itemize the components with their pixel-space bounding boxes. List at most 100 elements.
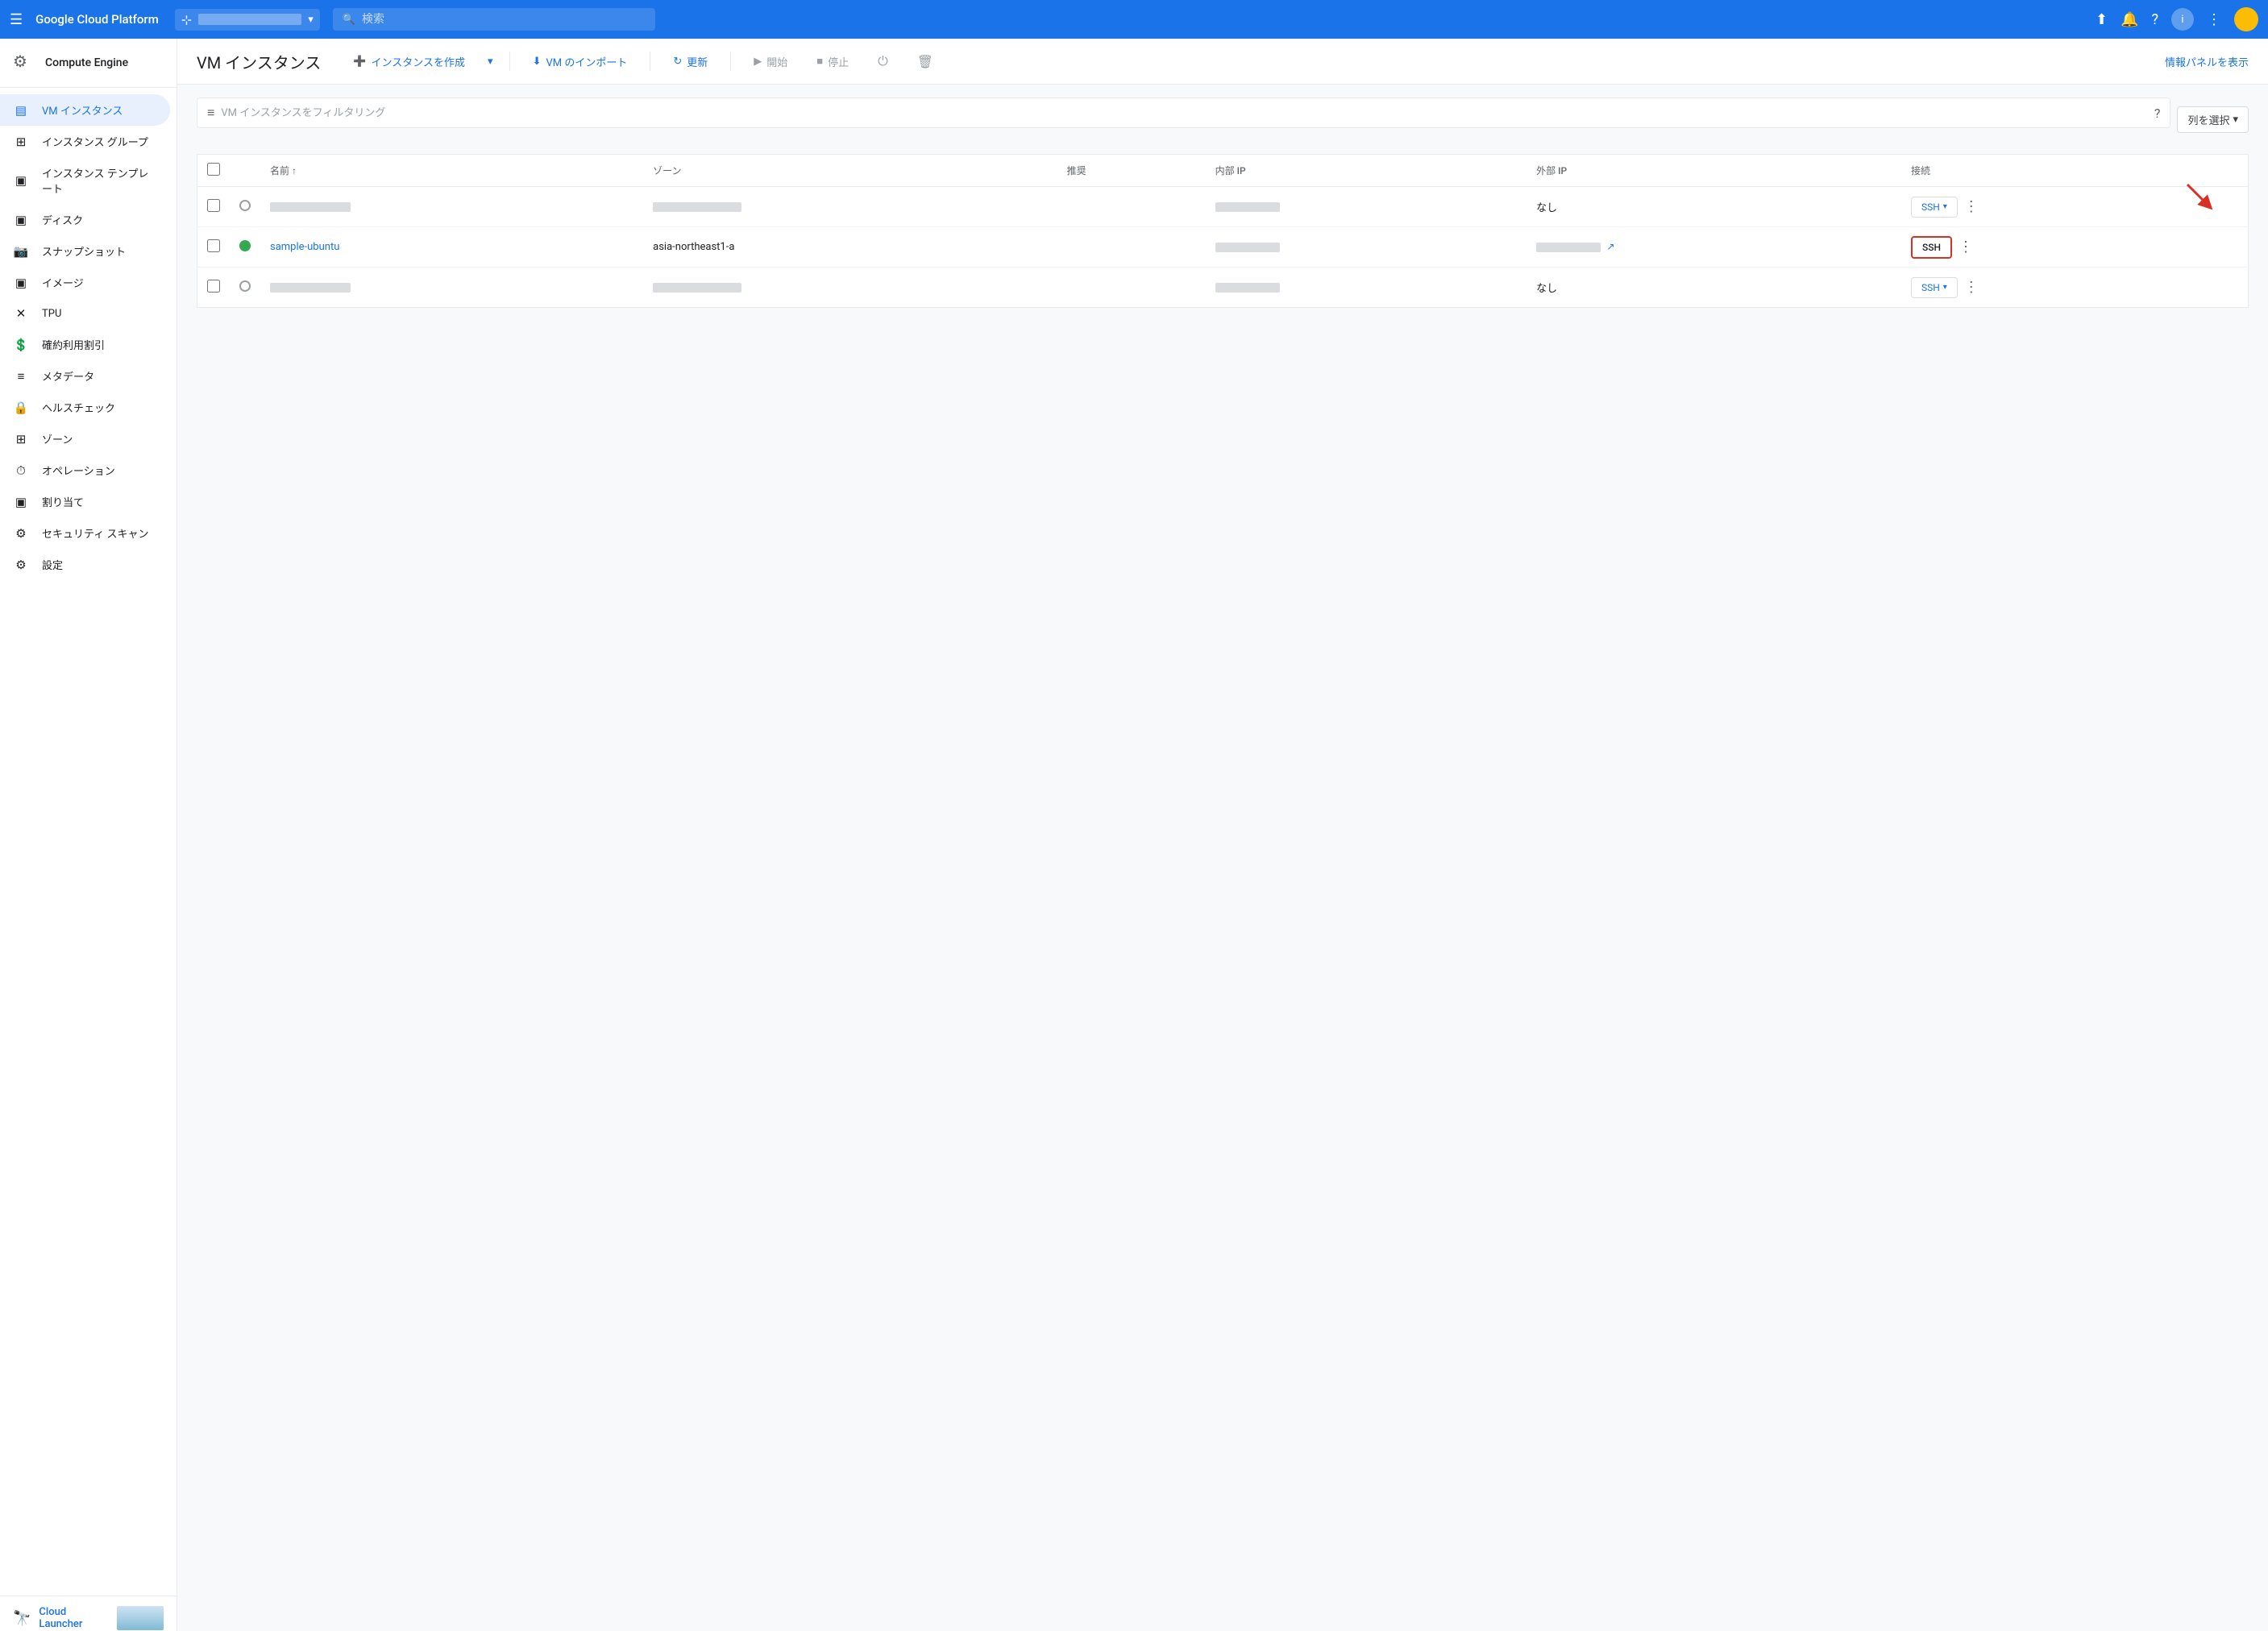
sidebar-item-security-scan[interactable]: ⚙ セキュリティ スキャン [0,517,170,549]
row3-ssh-label: SSH [1921,282,1940,293]
columns-chevron-icon: ▾ [2233,114,2238,126]
sidebar-item-health-checks[interactable]: 🔒 ヘルスチェック [0,392,170,423]
sidebar-item-quota-label: 割り当て [42,494,84,509]
row1-ssh-label: SSH [1921,201,1940,213]
filter-help-icon[interactable]: ? [2154,106,2161,121]
row3-checkbox[interactable] [207,280,220,293]
reset-button[interactable]: ⏻ [868,48,898,74]
compute-engine-icon: ⚙ [13,52,35,74]
sidebar-item-instance-templates[interactable]: ▣ インスタンス テンプレート [0,157,170,204]
row3-external-ip-text: なし [1536,283,1557,295]
row3-more-button[interactable]: ⋮ [1961,276,1982,299]
stop-button[interactable]: ■ 停止 [807,49,858,74]
row1-ssh-button[interactable]: SSH ▾ [1911,197,1958,218]
sidebar-item-tpu[interactable]: ✕ TPU [0,298,170,329]
filter-icon: ≡ [207,105,214,121]
row1-zone-blurred [653,202,741,212]
vm-instances-icon: ▤ [13,103,29,118]
sidebar-item-tpu-label: TPU [42,308,61,320]
row2-external-link-icon[interactable]: ↗ [1606,241,1614,252]
sidebar-item-disks-label: ディスク [42,212,83,227]
filter-input[interactable] [221,107,2148,119]
import-vm-button[interactable]: ⬇ VM のインポート [523,49,638,74]
sidebar-header: ⚙ Compute Engine [0,39,177,88]
instance-templates-icon: ▣ [13,173,29,188]
refresh-button[interactable]: ↻ 更新 [663,49,717,74]
sidebar-item-instance-groups[interactable]: ⊞ インスタンス グループ [0,126,170,157]
account-number-icon[interactable]: i [2171,8,2194,31]
user-avatar[interactable] [2234,7,2258,31]
row3-ssh-chevron-icon: ▾ [1943,283,1947,292]
sidebar-item-committed-use[interactable]: 💲 確約利用割引 [0,329,170,360]
columns-select-button[interactable]: 列を選択 ▾ [2177,106,2249,133]
sidebar-item-images[interactable]: ▣ イメージ [0,267,170,298]
row1-name-cell [260,187,643,227]
row2-connection-group: SSH ⋮ [1911,235,2238,259]
help-icon[interactable]: ? [2151,11,2158,28]
sidebar-item-settings[interactable]: ⚙ 設定 [0,549,170,580]
zone-col-label: ゾーン [653,165,681,176]
sidebar-item-quota[interactable]: ▣ 割り当て [0,486,170,517]
search-box[interactable]: 🔍 [333,8,655,31]
project-selector[interactable]: ⊹ ▾ [175,9,320,31]
stop-label: 停止 [828,54,849,69]
vm-table: 名前 ↑ ゾーン 推奨 内部 IP [197,154,2249,308]
start-label: 開始 [766,54,787,69]
row3-zone-cell [643,268,1057,308]
row1-checkbox-cell [197,187,231,227]
cloud-shell-icon[interactable]: ⬆ [2096,11,2108,28]
delete-button[interactable]: 🗑 [908,49,943,74]
row2-checkbox[interactable] [207,239,220,252]
row3-connection-cell: SSH ▾ ⋮ [1901,268,2249,308]
row2-status-cell [230,227,260,268]
sidebar: ⚙ Compute Engine ▤ VM インスタンス ⊞ インスタンス グル… [0,39,177,1631]
sidebar-item-snapshots[interactable]: 📷 スナップショット [0,235,170,267]
internal-ip-col-header: 内部 IP [1206,155,1527,187]
select-all-checkbox[interactable] [207,163,220,176]
more-vert-icon[interactable]: ⋮ [2207,11,2221,28]
page-title: VM インスタンス [197,50,321,73]
create-instance-dropdown[interactable]: ▾ [484,51,496,73]
recommendation-col-header: 推奨 [1057,155,1206,187]
sidebar-item-operations[interactable]: ⏱ オペレーション [0,454,170,486]
menu-icon[interactable]: ☰ [10,11,23,28]
quota-icon: ▣ [13,495,29,509]
row3-name-cell [260,268,643,308]
row2-more-button[interactable]: ⋮ [1955,235,1976,259]
notification-icon[interactable]: 🔔 [2121,11,2138,28]
sidebar-item-disks[interactable]: ▣ ディスク [0,204,170,235]
start-button[interactable]: ▶ 開始 [744,49,797,74]
metadata-icon: ≡ [13,369,29,384]
recommendation-col-label: 推奨 [1067,165,1086,176]
row3-connection-group: SSH ▾ ⋮ [1911,276,2238,299]
project-chevron-icon: ▾ [308,14,314,26]
info-panel-button[interactable]: 情報パネルを表示 [2165,54,2249,69]
main-layout: ⚙ Compute Engine ▤ VM インスタンス ⊞ インスタンス グル… [0,39,2268,1631]
row1-name-blurred [270,202,351,212]
table-row: なし SSH ▾ ⋮ [197,187,2249,227]
content-area: VM インスタンス ➕ インスタンスを作成 ▾ ⬇ VM のインポート ↻ 更新… [177,39,2268,1631]
connection-col-header: 接続 [1901,155,2249,187]
sidebar-item-metadata[interactable]: ≡ メタデータ [0,360,170,392]
filter-bar: ≡ ? [197,98,2170,128]
header-sep-3 [730,52,731,71]
name-col-header[interactable]: 名前 ↑ [260,155,643,187]
create-instance-button[interactable]: ➕ インスタンスを作成 [343,49,475,74]
row2-zone-cell: asia-northeast1-a [643,227,1057,268]
row3-internal-ip-blurred [1215,283,1280,293]
cloud-launcher-link[interactable]: 🔭 Cloud Launcher [13,1606,164,1630]
row2-connection-cell: SSH ⋮ [1901,227,2249,268]
sidebar-item-zones[interactable]: ⊞ ゾーン [0,423,170,454]
row3-ssh-button[interactable]: SSH ▾ [1911,277,1958,298]
row1-more-button[interactable]: ⋮ [1961,195,1982,218]
zone-col-header: ゾーン [643,155,1057,187]
sidebar-item-snapshots-label: スナップショット [42,243,126,259]
row2-name-cell: sample-ubuntu [260,227,643,268]
row1-checkbox[interactable] [207,199,220,212]
row2-recommendation-cell [1057,227,1206,268]
sidebar-item-images-label: イメージ [42,275,84,290]
row2-ssh-button[interactable]: SSH [1911,236,1952,259]
search-input[interactable] [362,13,646,26]
sidebar-item-vm-instances[interactable]: ▤ VM インスタンス [0,94,170,126]
sidebar-item-committed-label: 確約利用割引 [42,337,105,352]
